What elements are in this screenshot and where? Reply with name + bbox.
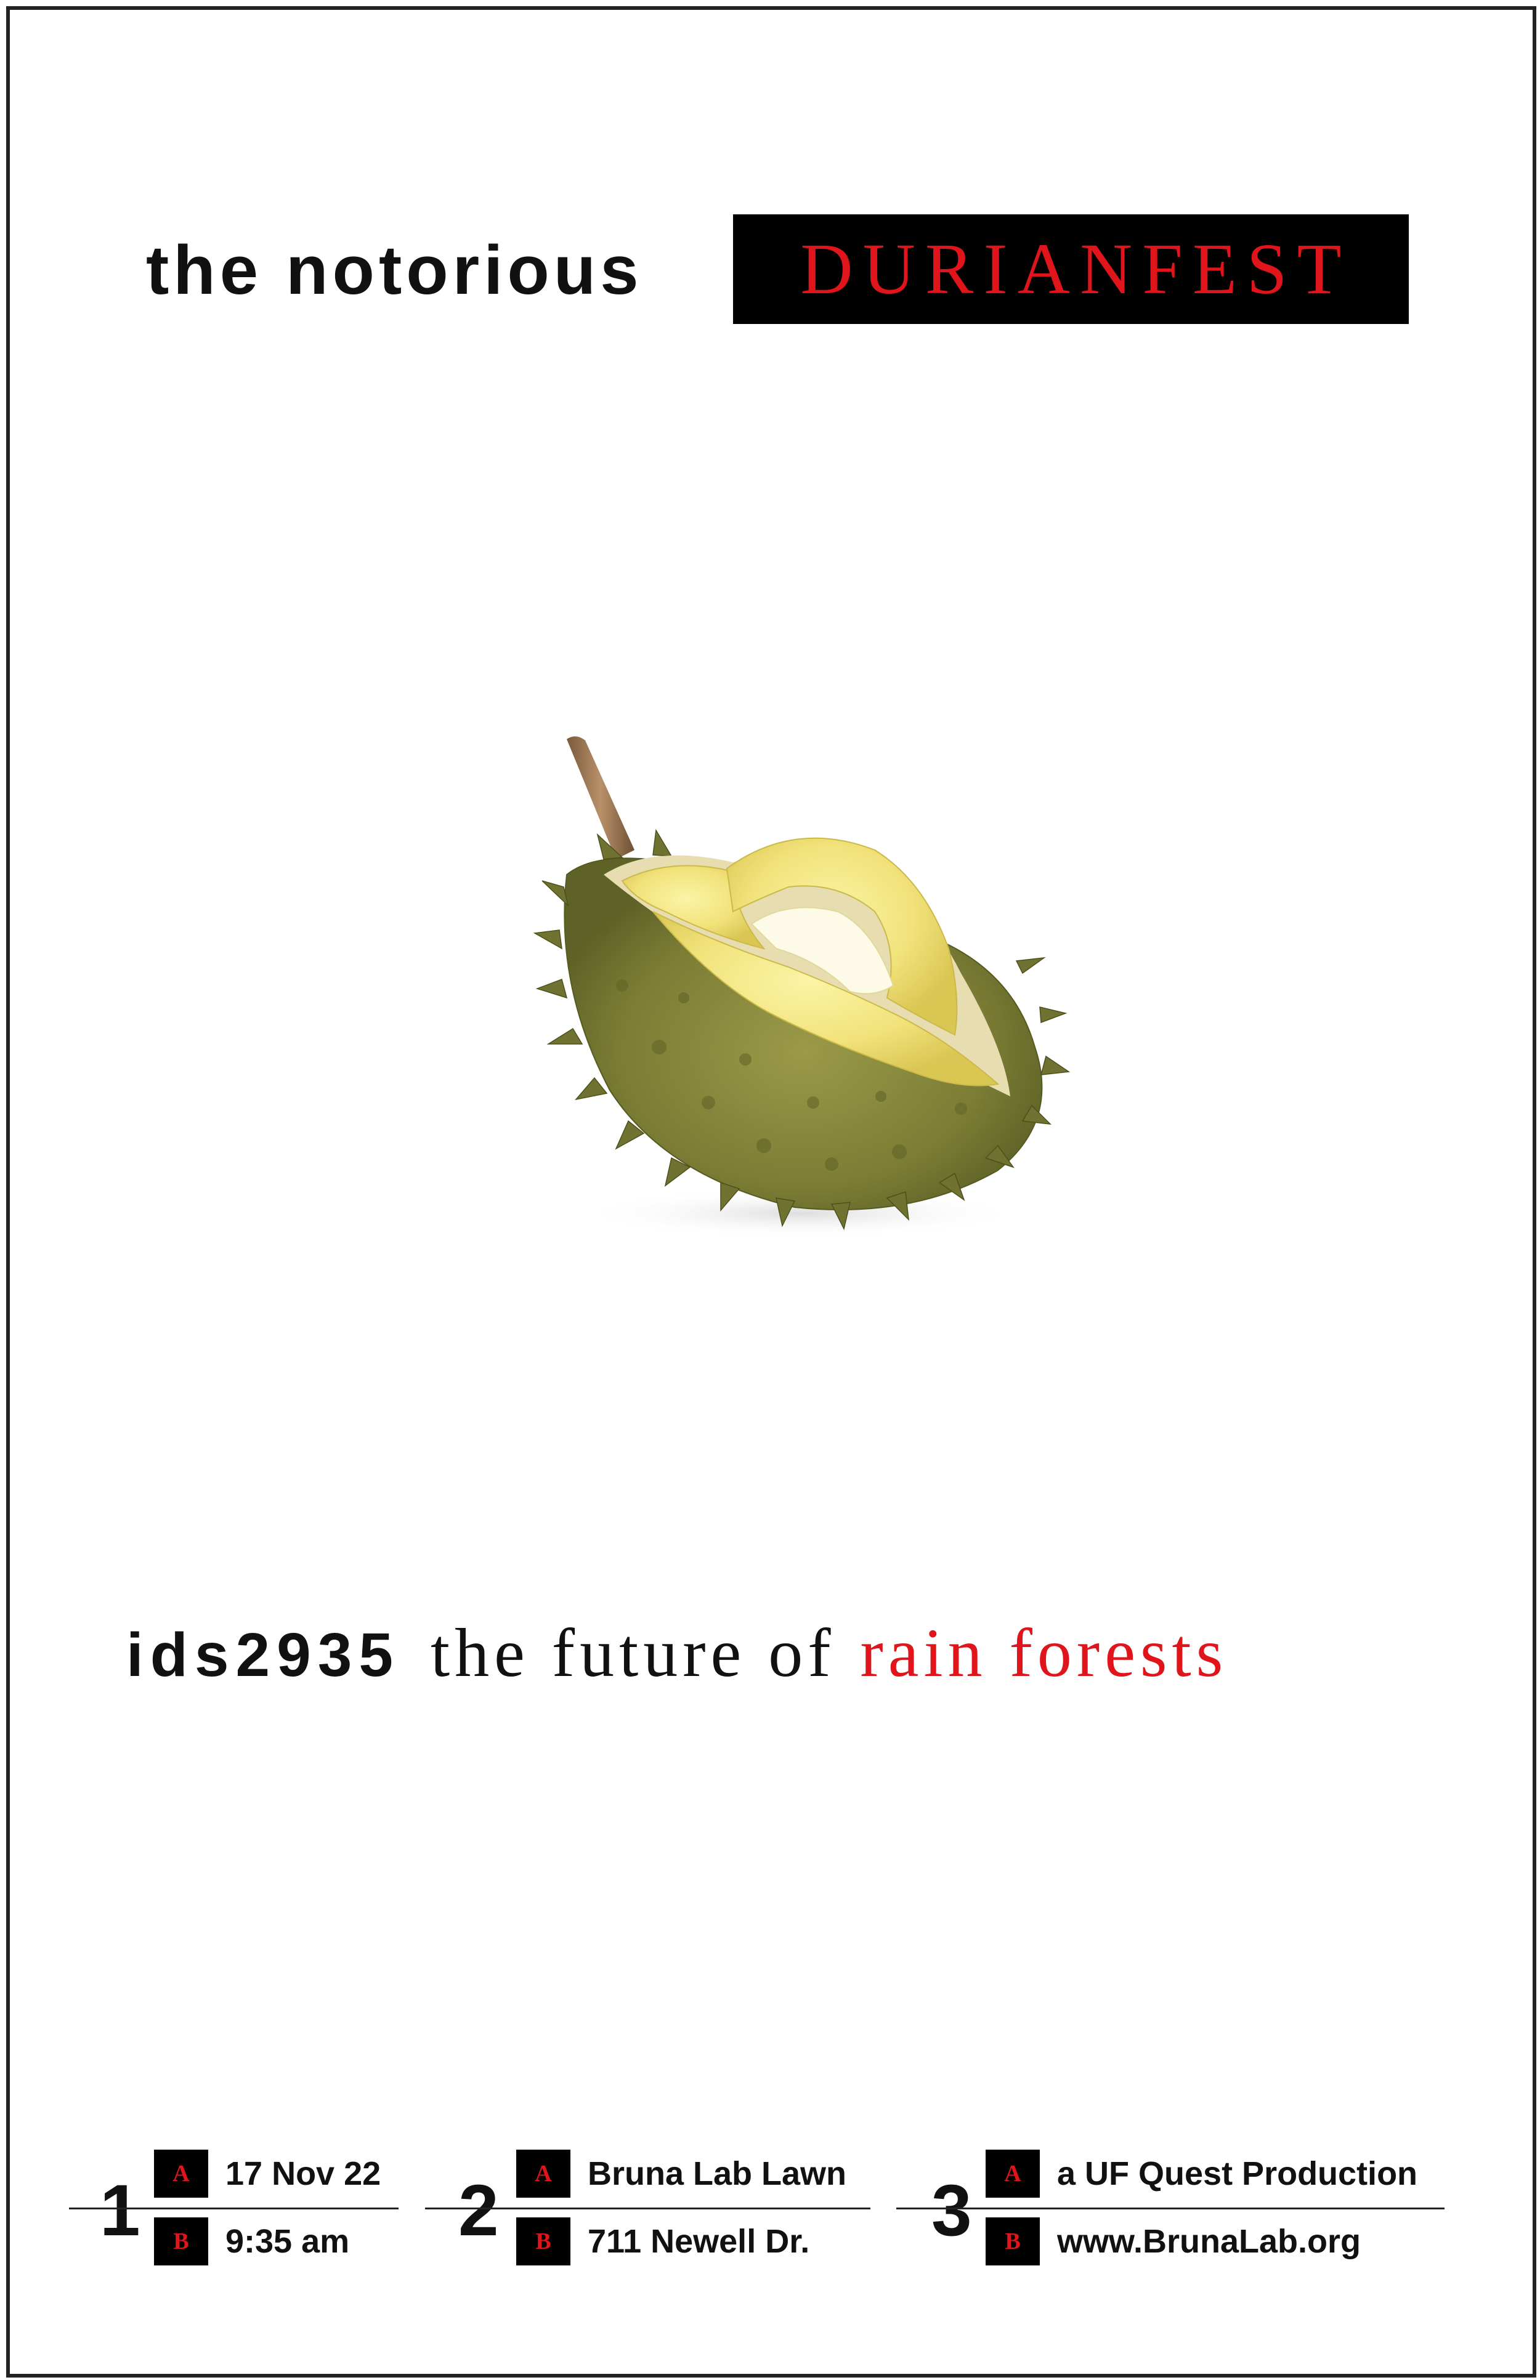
title-lead: the notorious [146, 231, 643, 309]
group-number: 2 [458, 2170, 499, 2251]
producer-text: a UF Quest Production [1057, 2155, 1418, 2192]
subtitle-accent: rain forests [860, 1615, 1228, 1691]
title-highlight: DURIANFEST [800, 229, 1352, 309]
date-text: 17 Nov 22 [225, 2155, 381, 2192]
badge-b: B [986, 2217, 1040, 2265]
badge-a: A [516, 2150, 570, 2198]
divider-line [896, 2208, 1445, 2209]
divider-line [69, 2208, 399, 2209]
subtitle-text: the future of [430, 1615, 836, 1691]
group-number: 1 [100, 2170, 140, 2251]
subtitle: ids2935 the future of rain forests [126, 1614, 1420, 1706]
group-number: 3 [931, 2170, 972, 2251]
time-text: 9:35 am [225, 2223, 350, 2260]
info-row-a: A Bruna Lab Lawn [516, 2150, 846, 2198]
info-group-location: 2 A Bruna Lab Lawn B 711 Newell Dr. [425, 2143, 870, 2285]
info-row-a: A 17 Nov 22 [154, 2150, 381, 2198]
badge-b: B [154, 2217, 208, 2265]
location-text: Bruna Lab Lawn [588, 2155, 847, 2192]
durian-image [533, 736, 1071, 1238]
title-row: the notorious [146, 214, 642, 325]
info-row-b: B 9:35 am [154, 2217, 349, 2265]
badge-b: B [516, 2217, 570, 2265]
info-group-date: 1 A 17 Nov 22 B 9:35 am [69, 2143, 399, 2285]
title-highlight-box: DURIANFEST [733, 214, 1409, 324]
info-row-b: B www.BrunaLab.org [986, 2217, 1361, 2265]
website-link[interactable]: www.BrunaLab.org [1057, 2222, 1361, 2261]
info-row-a: A a UF Quest Production [986, 2150, 1417, 2198]
address-text: 711 Newell Dr. [588, 2223, 810, 2260]
badge-a: A [154, 2150, 208, 2198]
course-code: ids2935 [126, 1621, 400, 1690]
badge-a: A [986, 2150, 1040, 2198]
divider-line [425, 2208, 870, 2209]
info-row-b: B 711 Newell Dr. [516, 2217, 809, 2265]
info-group-producer: 3 A a UF Quest Production B www.BrunaLab… [896, 2143, 1445, 2285]
